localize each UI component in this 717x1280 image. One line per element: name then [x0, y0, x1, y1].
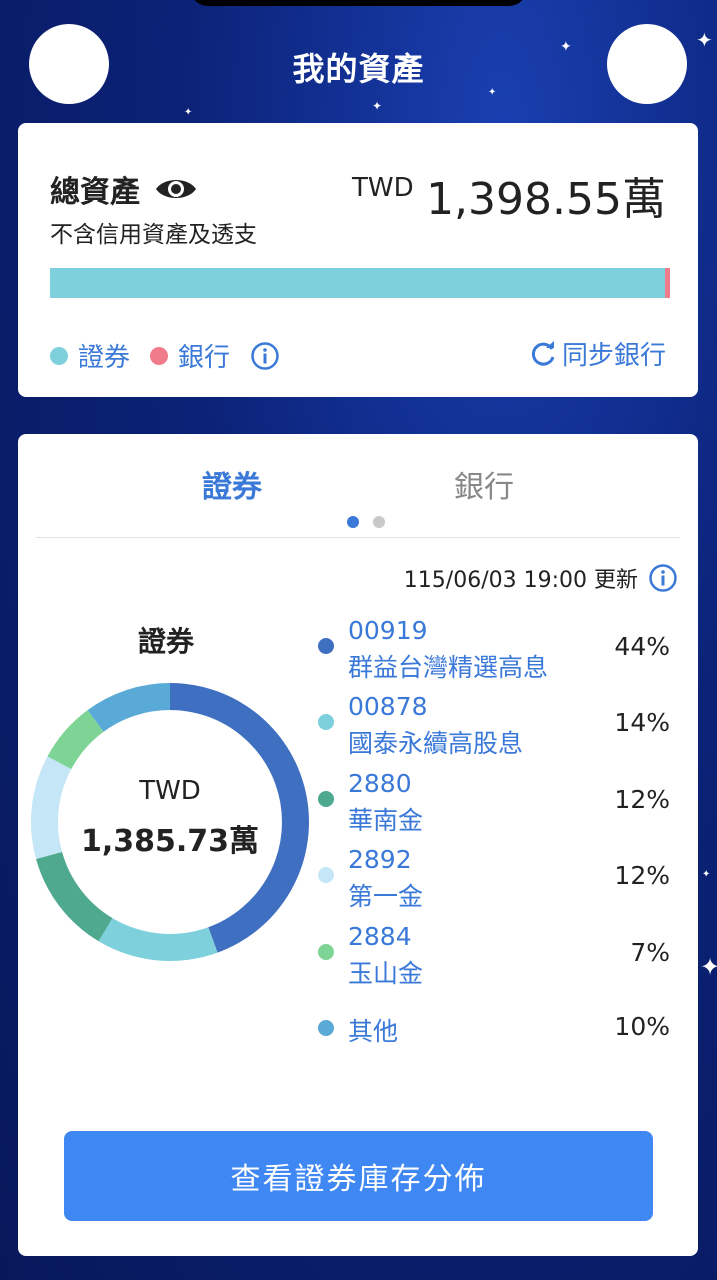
holding-code: 00878 [348, 692, 428, 721]
holding-percent: 12% [614, 861, 670, 890]
update-time: 115/06/03 19:00 更新 [404, 562, 678, 594]
holding-name: 第一金 [348, 882, 424, 911]
holding-dot [318, 867, 334, 883]
asset-allocation-bar [50, 268, 670, 298]
divider [36, 537, 680, 538]
page-title: 我的資產 [292, 50, 425, 88]
asset-legend: 證券 銀行 [50, 337, 280, 374]
legend-dot-bank [150, 346, 169, 365]
holding-percent: 12% [614, 785, 670, 814]
info-icon[interactable] [250, 341, 280, 371]
securities-title: 證券 [138, 625, 195, 658]
sync-bank-label: 同步銀行 [561, 341, 666, 371]
sync-bank-button[interactable]: 同步銀行 [528, 335, 666, 372]
donut-slice [36, 851, 113, 942]
holding-code: 00919 [348, 616, 428, 645]
holding-percent: 14% [614, 708, 670, 737]
holding-code: 2880 [348, 769, 412, 798]
legend-label-bank: 銀行 [178, 343, 231, 373]
update-time-text: 115/06/03 19:00 更新 [403, 568, 638, 593]
legend-bank: 銀行 [150, 337, 230, 374]
holding-dot [318, 714, 334, 730]
holding-dot [318, 638, 334, 654]
holding-name: 玉山金 [348, 959, 424, 988]
bank-portion-bar [665, 268, 670, 298]
page-dot-active [347, 516, 359, 528]
holding-dot [318, 944, 334, 960]
holding-percent: 44% [614, 632, 670, 661]
star-decoration: ✦ [702, 869, 711, 880]
donut-slice [87, 683, 170, 732]
refresh-icon [531, 340, 555, 366]
total-assets-card: 總資產 不含信用資產及透支 TWD 1,398.55萬 證券 銀行 同步銀行 [18, 123, 698, 397]
legend-dot-securities [50, 346, 68, 365]
total-currency: TWD [352, 173, 414, 203]
star-decoration: ✦ [372, 99, 383, 113]
tab-securities[interactable]: 證券 [202, 462, 262, 506]
holding-percent: 10% [614, 1012, 670, 1041]
holding-code: 2892 [348, 845, 412, 874]
star-decoration: ✦ [184, 107, 193, 118]
tab-bank[interactable]: 銀行 [454, 462, 514, 506]
device-notch [190, 0, 527, 6]
star-decoration: ✦ [700, 953, 717, 981]
info-icon[interactable] [648, 563, 678, 593]
view-securities-inventory-button[interactable]: 查看證券庫存分佈 [64, 1131, 653, 1221]
donut-total: 1,385.73萬 [80, 824, 260, 859]
total-assets-label: 總資產 [50, 167, 198, 211]
legend-label-securities: 證券 [78, 343, 131, 373]
holding-code: 2884 [348, 922, 412, 951]
holding-name: 國泰永續高股息 [348, 729, 524, 758]
donut-currency: TWD [139, 776, 201, 806]
holding-name: 群益台灣精選高息 [348, 653, 549, 682]
holding-name: 華南金 [348, 806, 424, 835]
legend-securities: 證券 [50, 337, 130, 374]
holding-dot [318, 791, 334, 807]
holding-percent: 7% [630, 938, 670, 967]
page-dot [373, 516, 385, 528]
donut-slice [98, 918, 218, 961]
holding-name: 其他 [348, 1017, 399, 1046]
total-assets-subtitle: 不含信用資產及透支 [50, 222, 257, 248]
holding-dot [318, 1020, 334, 1036]
total-assets-title: 總資產 [50, 175, 140, 210]
securities-card: 證券 銀行 115/06/03 19:00 更新 證券 TWD 1,385.73… [18, 434, 698, 1256]
page-indicator [340, 516, 392, 528]
eye-icon[interactable] [154, 175, 198, 203]
total-value: 1,398.55萬 [426, 174, 666, 225]
